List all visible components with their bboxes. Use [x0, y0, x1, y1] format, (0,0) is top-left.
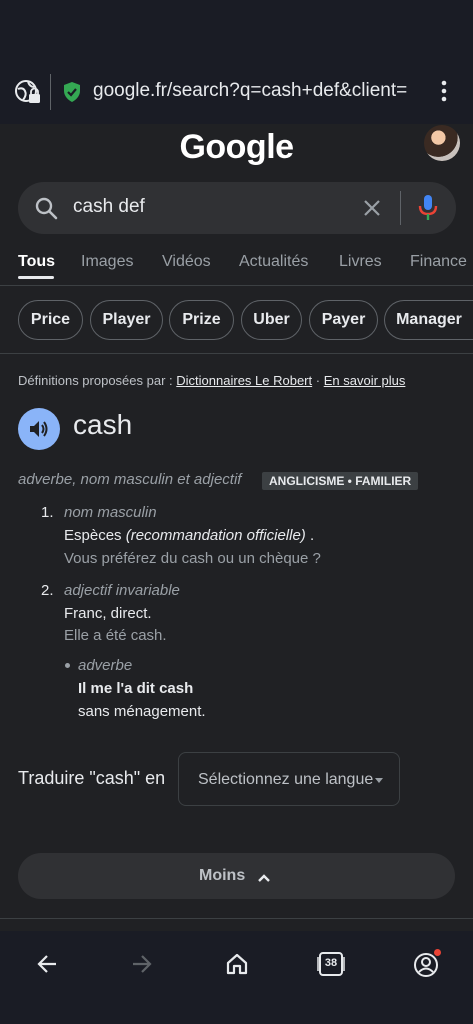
language-select-placeholder[interactable]: Sélectionnez une langue: [198, 771, 373, 789]
content-divider: [0, 918, 473, 919]
chip-prize[interactable]: Prize: [169, 300, 234, 340]
browser-menu-icon[interactable]: [439, 80, 449, 107]
chip-manager[interactable]: Manager: [384, 300, 473, 340]
sense-category: nom masculin: [64, 504, 157, 521]
search-divider: [400, 191, 401, 225]
account-icon[interactable]: [413, 952, 439, 983]
sub-sense-phrase: Il me l'a dit cash: [78, 680, 194, 697]
sub-sense-category: adverbe: [78, 657, 133, 674]
usage-tag: ANGLICISME • FAMILIER: [262, 472, 419, 490]
translate-label: Traduire "cash" en: [18, 768, 166, 788]
chip-payer[interactable]: Payer: [309, 300, 378, 340]
tab-actualites[interactable]: Actualités: [239, 253, 308, 271]
clear-icon[interactable]: [362, 198, 382, 223]
search-icon: [34, 196, 58, 225]
tab-images[interactable]: Images: [81, 253, 133, 271]
defined-word: cash: [73, 409, 133, 440]
definition-end: .: [309, 527, 315, 544]
chip-price[interactable]: Price: [18, 300, 83, 340]
site-info-icon[interactable]: [14, 78, 42, 111]
source-prefix: Définitions proposées par :: [18, 373, 173, 388]
chip-player[interactable]: Player: [90, 300, 163, 340]
tab-videos[interactable]: Vidéos: [162, 253, 211, 271]
sub-sense-definition: sans ménagement.: [78, 703, 206, 720]
grammar-info: adverbe, nom masculin et adjectif: [18, 471, 242, 488]
definition-main: Espèces: [64, 527, 122, 544]
active-tab-indicator: [18, 276, 54, 279]
less-button-label[interactable]: Moins: [199, 867, 245, 885]
url-text[interactable]: google.fr/search?q=cash+def&client=: [93, 80, 423, 102]
secure-shield-icon: [62, 81, 82, 108]
sense-category: adjectif invariable: [64, 582, 180, 599]
definitions-source: Définitions proposées par : Dictionnaire…: [18, 373, 405, 388]
google-logo[interactable]: Google: [0, 128, 473, 167]
learn-more-link[interactable]: En savoir plus: [324, 373, 406, 388]
sense-example: Vous préférez du cash ou un chèque ?: [64, 550, 321, 567]
chip-uber[interactable]: Uber: [241, 300, 302, 340]
definition-note: (recommandation officielle): [125, 527, 306, 544]
forward-arrow-icon[interactable]: [130, 953, 154, 980]
tab-livres[interactable]: Livres: [339, 253, 382, 271]
speaker-icon: [28, 418, 50, 445]
url-divider: [50, 74, 51, 110]
sense-definition: Espèces (recommandation officielle) .: [64, 527, 314, 544]
microphone-icon[interactable]: [418, 194, 438, 227]
tabs-divider: [0, 285, 473, 286]
sense-number: 2.: [41, 582, 54, 599]
tab-tous[interactable]: Tous: [18, 253, 55, 271]
sub-sense-bullet: [65, 663, 70, 668]
status-bar: [0, 0, 473, 62]
tabs-icon[interactable]: 38: [317, 951, 345, 977]
sense-definition: Franc, direct.: [64, 605, 152, 622]
avatar[interactable]: [424, 125, 460, 161]
back-arrow-icon[interactable]: [35, 953, 59, 980]
sense-number: 1.: [41, 504, 54, 521]
source-separator: ·: [315, 373, 321, 388]
home-icon[interactable]: [225, 952, 249, 981]
source-link[interactable]: Dictionnaires Le Robert: [176, 373, 312, 388]
chevron-up-icon: [257, 870, 271, 888]
notification-dot: [434, 949, 441, 956]
sense-example: Elle a été cash.: [64, 627, 167, 644]
tab-count: 38: [324, 957, 338, 969]
tab-finance[interactable]: Finance: [410, 253, 467, 271]
dropdown-caret-icon: [375, 778, 383, 783]
search-input[interactable]: cash def: [73, 196, 145, 218]
chips-divider: [0, 353, 473, 354]
